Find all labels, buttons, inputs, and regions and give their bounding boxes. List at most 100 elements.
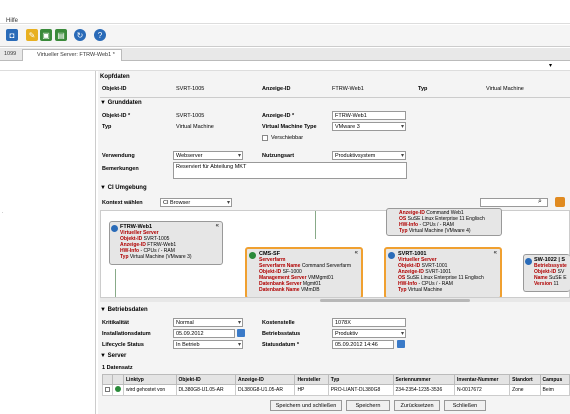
save-close-button[interactable]: Speichern und schließen: [270, 400, 342, 411]
calendar-icon[interactable]: [237, 329, 245, 337]
connector-line: [315, 211, 316, 239]
folder-icon[interactable]: ✎: [26, 29, 38, 41]
bemerkungen-textarea[interactable]: Reserviert für Abteilung MKT: [173, 162, 407, 179]
close-button[interactable]: Schließen: [444, 400, 486, 411]
verschiebbar-checkbox[interactable]: [262, 135, 268, 141]
server-title: Server: [107, 353, 127, 359]
col-header[interactable]: Hersteller: [294, 374, 329, 385]
card-val: VMmDB: [300, 287, 320, 293]
col-icon-2: [112, 374, 124, 385]
table-cell: 234-2354-1235-3536: [392, 384, 456, 396]
save-button[interactable]: Speichern: [346, 400, 390, 411]
bemerkungen-label: Bemerkungen: [102, 166, 139, 172]
menu-help[interactable]: Hilfe: [6, 18, 18, 24]
anzeige-id-input[interactable]: FTRW-Web1: [332, 111, 406, 120]
kontext-select[interactable]: CI Browser: [160, 198, 232, 207]
scrollbar-thumb[interactable]: [320, 299, 470, 302]
table-cell: DL380G8-U1.05-AR: [234, 384, 296, 396]
card-val: 11: [553, 281, 559, 287]
left-panel: ·: [0, 71, 96, 414]
kopf-typ-value: Virtual Machine: [486, 86, 524, 92]
kritikalitaet-select[interactable]: Normal: [173, 318, 243, 327]
lifecycle-select[interactable]: In Betrieb: [173, 340, 243, 349]
ci-tool-icon[interactable]: [555, 197, 565, 207]
anzeige-id-label: Anzeige-ID *: [262, 113, 295, 119]
home-icon[interactable]: ◘: [6, 29, 18, 41]
col-header[interactable]: Standort: [509, 374, 541, 385]
ci-scrollbar[interactable]: [100, 297, 570, 302]
kontext-label: Kontext wählen: [102, 200, 143, 206]
objekt-id-value: SVRT-1005: [176, 113, 205, 119]
section-grunddaten[interactable]: ▼ Grunddaten: [100, 100, 142, 106]
table-cell: Beim: [539, 384, 570, 396]
table-cell: PRO-LIANT-DL380G8: [327, 384, 394, 396]
server-icon: [115, 386, 121, 392]
ci-card-cms-sf[interactable]: CMS-SF « Serverfarm Serverfarm Name Comm…: [245, 247, 363, 299]
ci-card-svrt-1001[interactable]: SVRT-1001 « Virtueller Server Objekt-ID …: [384, 247, 502, 299]
kostenstelle-input[interactable]: 1078X: [332, 318, 406, 327]
reset-button[interactable]: Zurücksetzen: [394, 400, 440, 411]
tree-icon[interactable]: ▤: [55, 29, 67, 41]
verschiebbar-label: Verschiebbar: [271, 135, 304, 141]
card-key: Typ: [399, 228, 408, 234]
collapse-icon[interactable]: «: [216, 223, 219, 229]
col-header[interactable]: Campus: [539, 374, 570, 385]
tab-virtual-server[interactable]: Virtueller Server: FTRW-Web1 *: [22, 49, 122, 61]
software-icon: [525, 258, 532, 265]
section-ci-umgebung[interactable]: ▼ CI Umgebung: [100, 185, 147, 191]
col-header[interactable]: Anzeige-ID: [234, 374, 296, 385]
kopf-objekt-id-value: SVRT-1005: [176, 86, 205, 92]
installationsdatum-input[interactable]: 05.09.2012: [173, 329, 235, 338]
server-table: Linktyp Objekt-ID Anzeige-ID Hersteller …: [102, 374, 570, 396]
table-row[interactable]: wird gehostet von DL380G8-U1.05-AR DL380…: [102, 384, 570, 396]
card-val: Command Serverfarm: [301, 263, 351, 269]
card-key: Typ: [120, 254, 129, 260]
table-cell: HP: [294, 384, 329, 396]
menu-bar: Hilfe: [0, 0, 570, 24]
verwendung-select[interactable]: Webserver: [173, 151, 243, 160]
kopf-anzeige-id-value: FTRW-Web1: [332, 86, 364, 92]
tab-label: Virtueller Server: FTRW-Web1 *: [37, 52, 115, 58]
betriebsstatus-select[interactable]: Produktiv: [332, 329, 406, 338]
ci-card-sw-1022[interactable]: SW-1022 | S Betriebssyste Objekt-ID SV N…: [523, 254, 570, 292]
section-server[interactable]: ▼ Server: [100, 353, 126, 359]
collapse-icon[interactable]: «: [494, 250, 497, 256]
card-val: Virtual Machine: [407, 287, 443, 293]
installationsdatum-label: Installationsdatum: [102, 331, 151, 337]
nutzungsart-select[interactable]: Produktivsystem: [332, 151, 406, 160]
collapse-icon[interactable]: «: [355, 250, 358, 256]
col-header[interactable]: Inventar-Nummer: [453, 374, 511, 385]
col-header[interactable]: Seriennummer: [392, 374, 456, 385]
server-icon: [388, 252, 395, 259]
col-header[interactable]: Objekt-ID: [175, 374, 236, 385]
section-kopfdaten[interactable]: Kopfdaten: [100, 74, 130, 80]
row-checkbox[interactable]: [102, 384, 113, 396]
card-val: Virtual Machine (VMware 4): [408, 228, 471, 234]
section-betriebsdaten[interactable]: ▼ Betriebsdaten: [100, 307, 148, 313]
kritikalitaet-label: Kritikalität: [102, 320, 129, 326]
vm-type-select[interactable]: VMware 3: [332, 122, 406, 131]
lifecycle-label: Lifecycle Status: [102, 342, 144, 348]
server-icon: [111, 225, 118, 232]
col-header[interactable]: Typ: [327, 374, 394, 385]
table-cell[interactable]: DL380G8-U1.05-AR: [175, 384, 236, 396]
col-header[interactable]: Linktyp: [123, 374, 177, 385]
server-count: 1 Datensatz: [102, 365, 133, 371]
refresh-icon[interactable]: ↻: [74, 29, 86, 41]
tab-1099[interactable]: 1099: [0, 49, 20, 61]
search-icon[interactable]: ⌕: [538, 198, 542, 206]
chevron-down-icon[interactable]: ▾: [549, 62, 552, 69]
statusdatum-input[interactable]: 05.09.2012 14:46: [332, 340, 394, 349]
network-icon[interactable]: ▣: [40, 29, 52, 41]
address-bar: ▾: [0, 62, 570, 71]
calendar-icon[interactable]: [397, 340, 405, 348]
table-cell: N-0017672: [453, 384, 511, 396]
help-icon[interactable]: ?: [94, 29, 106, 41]
table-cell: Zone: [509, 384, 541, 396]
statusdatum-label: Statusdatum *: [262, 342, 299, 348]
typ-value: Virtual Machine: [176, 124, 214, 130]
ci-card-command-web1[interactable]: Anzeige-ID Command Web1 OS SuSE Linux En…: [386, 208, 502, 236]
ci-card-ftrw-web1[interactable]: FTRW-Web1 « Virtueller Server Objekt-ID …: [109, 221, 223, 265]
kopf-objekt-id-label: Objekt-ID: [102, 86, 127, 92]
verwendung-label: Verwendung: [102, 153, 135, 159]
